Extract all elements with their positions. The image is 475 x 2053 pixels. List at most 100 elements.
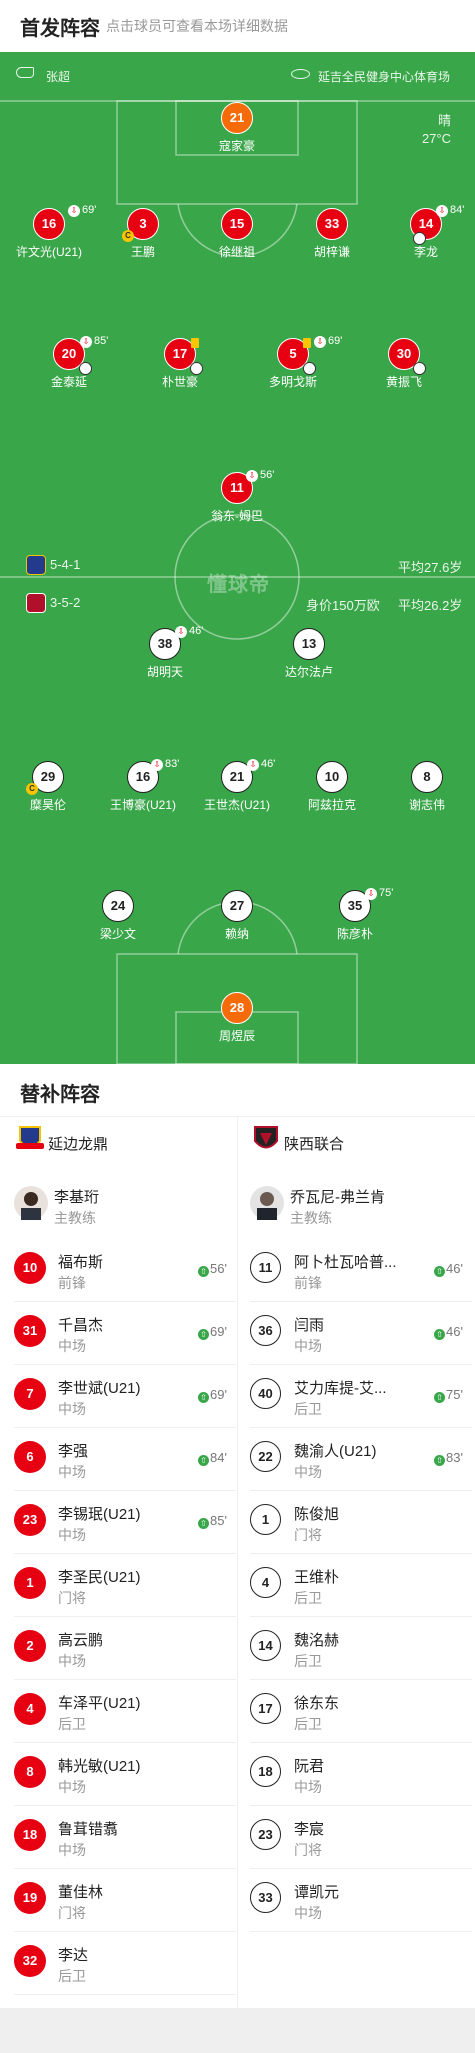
player-position: 门将 <box>294 1527 322 1543</box>
coach-name: 乔瓦尼-弗兰肯 <box>290 1189 385 1206</box>
home-coach[interactable]: 李基珩 主教练 <box>14 1174 234 1234</box>
sub-player-row[interactable]: 1 陈俊旭 门将 <box>250 1491 472 1554</box>
player-name: 徐东东 <box>294 1695 340 1712</box>
player-number: 10 <box>14 1252 46 1284</box>
player-number: 31 <box>14 1315 46 1347</box>
home-player[interactable]: 17 朴世豪 <box>130 338 230 390</box>
column-divider <box>237 1116 238 2008</box>
sub-off-icon: ⇩ <box>246 470 258 482</box>
home-team-logo-icon <box>26 555 46 575</box>
yellow-card-icon <box>303 338 311 348</box>
away-coach[interactable]: 乔瓦尼-弗兰肯 主教练 <box>250 1174 470 1234</box>
player-number: 33 <box>250 1882 281 1913</box>
player-name: 多明戈斯 <box>268 375 317 389</box>
player-name: 李达 <box>58 1947 89 1964</box>
player-position: 中场 <box>58 1653 86 1669</box>
player-name: 韩光敏(U21) <box>58 1758 141 1775</box>
sub-minute: 85' <box>94 335 109 347</box>
sub-player-row[interactable]: 17 徐东东 后卫 <box>250 1680 472 1743</box>
player-number: 15 <box>221 208 253 240</box>
away-player[interactable]: 28 周煜辰 <box>187 992 287 1044</box>
sub-on-minute: 75' <box>446 1387 463 1402</box>
player-name: 黄振飞 <box>385 375 422 389</box>
sub-on-icon: ⇧ <box>434 1392 445 1403</box>
away-player[interactable]: 13 达尔法卢 <box>259 628 359 680</box>
player-number: 40 <box>250 1378 281 1409</box>
sub-on-minute: 46' <box>446 1324 463 1339</box>
player-number: 1 <box>14 1567 46 1599</box>
sub-on-time: ⇧ 69' <box>198 1324 227 1340</box>
sub-player-row[interactable]: 1 李圣民(U21) 门将 <box>14 1554 236 1617</box>
player-number: 16 <box>33 208 65 240</box>
player-number: 11 <box>250 1252 281 1283</box>
sub-on-icon: ⇧ <box>198 1266 209 1277</box>
home-player[interactable]: 33 胡梓谦 <box>282 208 382 260</box>
sub-minute: 84' <box>450 204 465 216</box>
away-team-name: 陕西联合 <box>284 1136 345 1153</box>
sub-player-row[interactable]: 22 魏渝人(U21) 中场 ⇧ 83' <box>250 1428 472 1491</box>
player-number: 18 <box>250 1756 281 1787</box>
sub-off-icon: ⇩ <box>175 626 187 638</box>
player-position: 门将 <box>58 1590 86 1606</box>
player-name: 周煜辰 <box>218 1029 255 1043</box>
sub-player-row[interactable]: 23 李宸 门将 <box>250 1806 472 1869</box>
player-number: 13 <box>293 628 325 660</box>
player-position: 后卫 <box>58 1716 86 1732</box>
sub-minute: 56' <box>260 469 275 481</box>
away-player[interactable]: 29 糜昊伦 <box>0 761 98 813</box>
home-player[interactable]: 3 王鹏 <box>93 208 193 260</box>
sub-minute: 46' <box>261 758 276 770</box>
sub-on-icon: ⇧ <box>198 1392 209 1403</box>
player-name: 魏洺赫 <box>294 1632 340 1649</box>
sub-player-row[interactable]: 36 闫雨 中场 ⇧ 46' <box>250 1302 472 1365</box>
sub-player-row[interactable]: 2 高云鹏 中场 <box>14 1617 236 1680</box>
player-name: 阿卜杜瓦哈普... <box>294 1254 397 1271</box>
player-name: 李宸 <box>294 1821 325 1838</box>
sub-on-icon: ⇧ <box>434 1455 445 1466</box>
sub-player-row[interactable]: 23 李锡珉(U21) 中场 ⇧ 85' <box>14 1491 236 1554</box>
player-number: 28 <box>221 992 253 1024</box>
home-player[interactable]: 15 徐继祖 <box>187 208 287 260</box>
player-position: 前锋 <box>58 1275 86 1291</box>
weather-text: 晴 <box>437 113 451 128</box>
sub-player-row[interactable]: 8 韩光敏(U21) 中场 <box>14 1743 236 1806</box>
player-name: 李强 <box>58 1443 89 1460</box>
home-player[interactable]: 21 寇家豪 <box>187 102 287 154</box>
player-number: 32 <box>14 1945 46 1977</box>
home-team-logo-icon <box>16 1126 44 1149</box>
sub-player-row[interactable]: 18 阮君 中场 <box>250 1743 472 1806</box>
sub-player-row[interactable]: 40 艾力库提-艾... 后卫 ⇧ 75' <box>250 1365 472 1428</box>
sub-player-row[interactable]: 33 谭凯元 中场 <box>250 1869 472 1932</box>
player-name: 福布斯 <box>58 1254 104 1271</box>
sub-player-row[interactable]: 11 阿卜杜瓦哈普... 前锋 ⇧ 46' <box>250 1239 472 1302</box>
sub-off-icon: ⇩ <box>314 336 326 348</box>
sub-on-time: ⇧ 84' <box>198 1450 227 1466</box>
away-player[interactable]: 27 赖纳 <box>187 890 287 942</box>
player-number: 8 <box>14 1756 46 1788</box>
away-player[interactable]: 10 阿兹拉克 <box>282 761 382 813</box>
sub-player-row[interactable]: 6 李强 中场 ⇧ 84' <box>14 1428 236 1491</box>
player-number: 21 <box>221 102 253 134</box>
player-number: 6 <box>14 1441 46 1473</box>
away-player[interactable]: 24 梁少文 <box>68 890 168 942</box>
sub-player-row[interactable]: 19 董佳林 门将 <box>14 1869 236 1932</box>
sub-on-minute: 69' <box>210 1387 227 1402</box>
sub-player-row[interactable]: 14 魏洺赫 后卫 <box>250 1617 472 1680</box>
home-player[interactable]: 30 黄振飞 <box>354 338 454 390</box>
away-player[interactable]: 8 谢志伟 <box>377 761 475 813</box>
sub-player-row[interactable]: 7 李世斌(U21) 中场 ⇧ 69' <box>14 1365 236 1428</box>
player-position: 后卫 <box>294 1401 322 1417</box>
row-divider <box>14 1994 236 1995</box>
sub-off-icon: ⇩ <box>68 205 80 217</box>
player-position: 后卫 <box>58 1968 86 1984</box>
away-formation: 3-5-2 <box>50 595 81 610</box>
sub-player-row[interactable]: 10 福布斯 前锋 ⇧ 56' <box>14 1239 236 1302</box>
sub-player-row[interactable]: 18 鲁茸错翥 中场 <box>14 1806 236 1869</box>
watermark: 懂球帝 <box>207 574 270 596</box>
sub-player-row[interactable]: 4 车泽平(U21) 后卫 <box>14 1680 236 1743</box>
sub-player-row[interactable]: 4 王维朴 后卫 <box>250 1554 472 1617</box>
sub-player-row[interactable]: 31 千昌杰 中场 ⇧ 69' <box>14 1302 236 1365</box>
sub-player-row[interactable]: 32 李达后卫 <box>14 1932 236 1995</box>
player-name: 谭凯元 <box>294 1884 340 1901</box>
player-name: 王维朴 <box>294 1569 340 1586</box>
